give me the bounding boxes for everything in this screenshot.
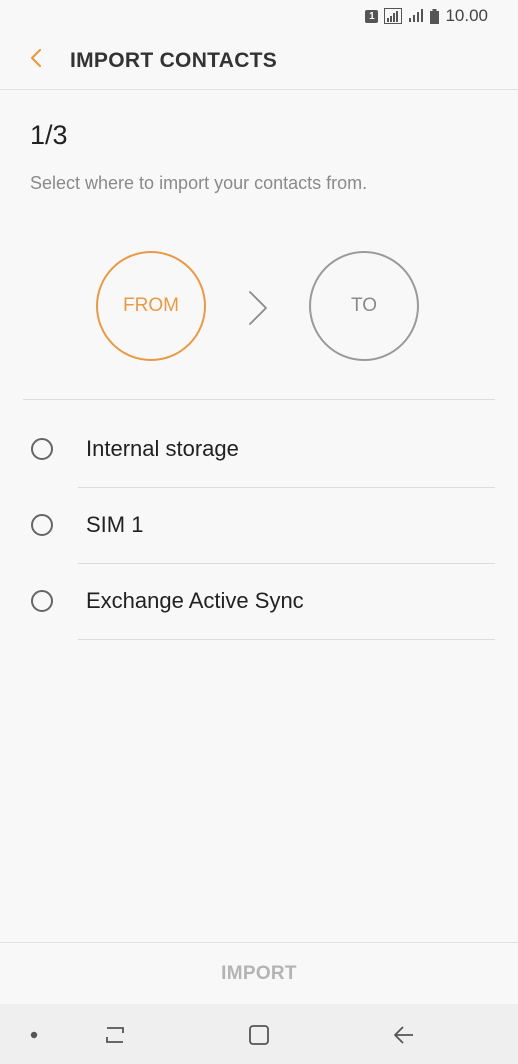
radio-button[interactable]	[31, 590, 53, 612]
signal-sim1-icon	[384, 8, 403, 24]
from-label: FROM	[123, 295, 179, 316]
to-step-indicator: TO	[309, 251, 419, 361]
app-header: IMPORT CONTACTS	[0, 32, 518, 90]
import-button[interactable]: IMPORT	[221, 963, 297, 985]
chevron-right-icon	[246, 290, 270, 331]
option-label: SIM 1	[86, 512, 144, 537]
status-bar: 1 10.00	[0, 0, 518, 32]
option-exchange-active-sync[interactable]: Exchange Active Sync	[0, 564, 518, 640]
chevron-left-icon	[29, 48, 43, 73]
radio-button[interactable]	[31, 438, 53, 460]
back-nav-icon[interactable]	[391, 1022, 417, 1048]
option-sim-1[interactable]: SIM 1	[0, 488, 518, 564]
list-divider	[78, 639, 495, 640]
clock: 10.00	[445, 6, 488, 25]
sim-indicator-icon: 1	[365, 9, 379, 23]
from-step-indicator: FROM	[96, 251, 206, 361]
dot-icon[interactable]	[21, 1022, 47, 1048]
radio-button[interactable]	[31, 514, 53, 536]
section-divider	[23, 399, 495, 400]
footer-bar: IMPORT	[0, 942, 518, 1005]
step-counter: 1/3	[30, 120, 68, 150]
battery-icon	[430, 8, 440, 24]
navigation-bar	[0, 1004, 518, 1064]
home-icon[interactable]	[246, 1022, 272, 1048]
step-instruction: Select where to import your contacts fro…	[30, 173, 368, 193]
option-label: Internal storage	[86, 436, 239, 461]
back-button[interactable]	[16, 41, 56, 81]
option-internal-storage[interactable]: Internal storage	[0, 412, 518, 488]
signal-strength-icon	[408, 9, 424, 23]
to-label: TO	[350, 295, 378, 316]
option-label: Exchange Active Sync	[86, 588, 304, 613]
page-title: IMPORT CONTACTS	[70, 48, 278, 72]
recent-apps-icon[interactable]	[102, 1022, 128, 1048]
